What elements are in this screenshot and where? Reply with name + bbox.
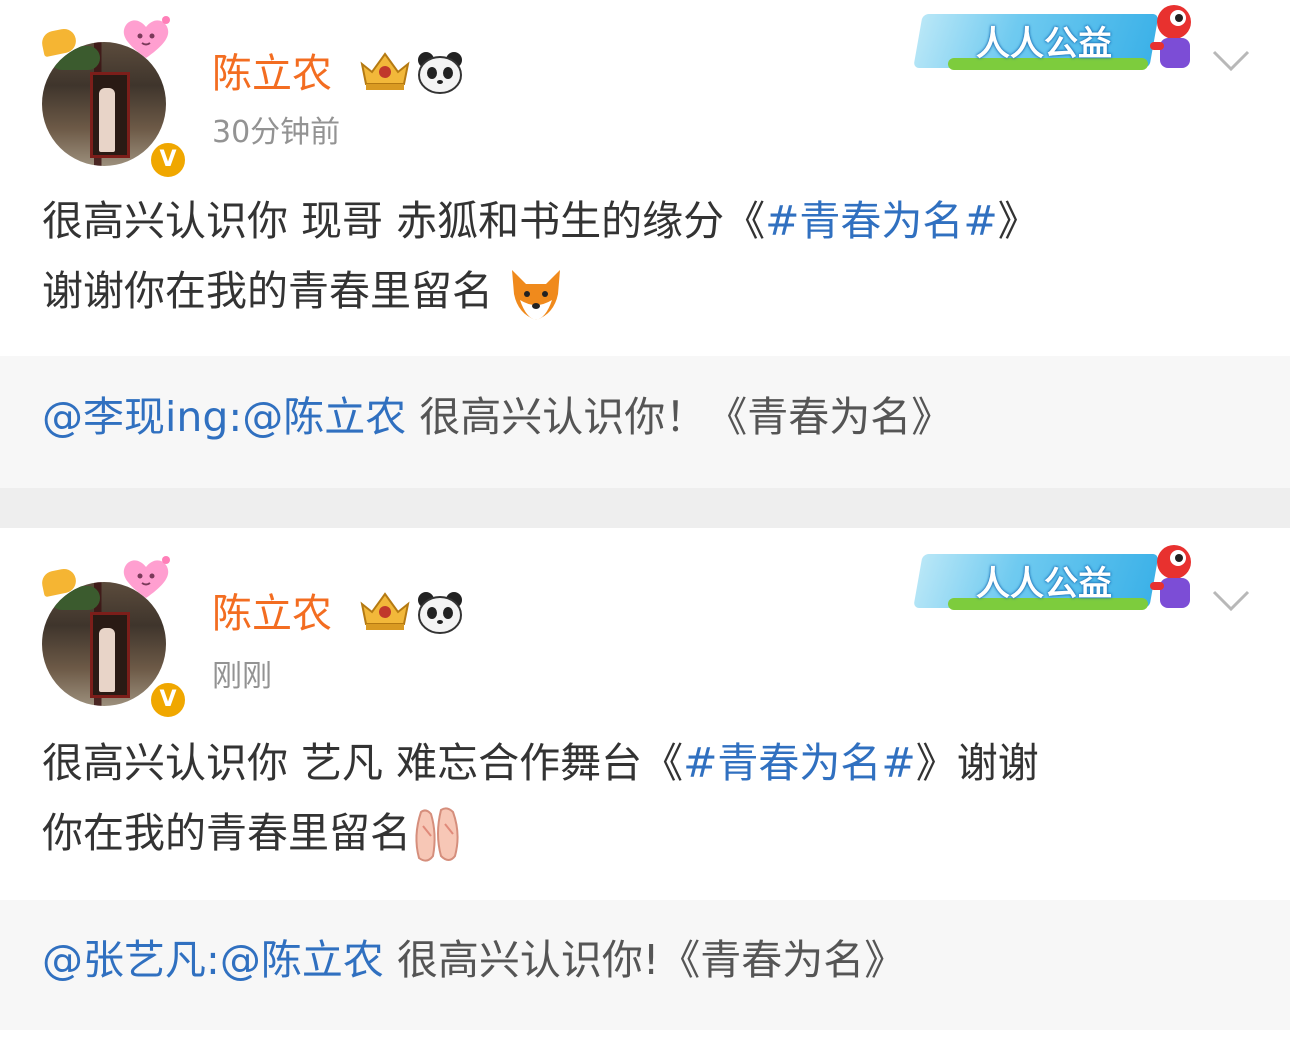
post-body: 很高兴认识你 艺凡 难忘合作舞台《#青春为名#》谢谢 你在我的青春里留名 <box>42 728 1252 868</box>
avatar[interactable]: V <box>39 16 188 180</box>
charity-badge[interactable]: 人人公益 <box>913 2 1202 76</box>
panda-icon <box>418 592 462 634</box>
mascot-icon <box>1150 545 1191 608</box>
weibo-post-2: V 陈立农 刚刚 人人公益 很高兴认识你 艺凡 难忘合作舞台《#青春为名#》谢谢… <box>0 528 1290 1038</box>
ballet-shoes-icon <box>415 807 459 862</box>
username[interactable]: 陈立农 <box>212 54 332 94</box>
avatar-frame-heart-icon <box>123 556 170 598</box>
post-divider <box>0 488 1290 528</box>
weibo-post-1: V 陈立农 30分钟前 人人公益 很高兴认识你 现哥 赤狐和书生的缘分《#青春为… <box>0 0 1290 488</box>
post-timestamp: 30分钟前 <box>212 115 341 150</box>
post-body-text: 你在我的青春里留名 <box>42 809 411 857</box>
username[interactable]: 陈立农 <box>212 594 332 634</box>
fox-emoji-icon <box>512 270 561 320</box>
chevron-down-icon[interactable] <box>1210 588 1252 614</box>
mascot-icon <box>1150 5 1191 68</box>
post-body-text: 》 <box>997 197 1039 245</box>
repost-mention[interactable]: @李现ing:@陈立农 <box>42 393 406 441</box>
avatar[interactable]: V <box>39 556 188 720</box>
post-body-text: 谢谢你在我的青春里留名 <box>42 267 493 315</box>
repost-box[interactable]: @李现ing:@陈立农 很高兴认识你！《青春为名》 <box>0 356 1290 488</box>
post-body-text: 很高兴认识你 现哥 赤狐和书生的缘分《 <box>42 197 766 245</box>
post-timestamp: 刚刚 <box>212 659 272 694</box>
repost-text: 很高兴认识你!《青春为名》 <box>383 936 906 984</box>
charity-badge-label: 人人公益 <box>976 564 1112 604</box>
topic-link[interactable]: #青春为名# <box>765 197 998 245</box>
post-body: 很高兴认识你 现哥 赤狐和书生的缘分《#青春为名#》 谢谢你在我的青春里留名 <box>42 186 1252 326</box>
post-body-text: 很高兴认识你 艺凡 难忘合作舞台《 <box>42 739 684 787</box>
verified-badge-icon: V <box>148 680 188 720</box>
crown-member-icon <box>360 52 410 90</box>
topic-link[interactable]: #青春为名# <box>683 739 916 787</box>
repost-text: 很高兴认识你！《青春为名》 <box>406 393 953 441</box>
crown-member-icon <box>360 592 410 630</box>
avatar-frame-heart-icon <box>123 16 170 58</box>
repost-mention[interactable]: @张艺凡:@陈立农 <box>42 936 384 984</box>
chevron-down-icon[interactable] <box>1210 48 1252 74</box>
charity-badge[interactable]: 人人公益 <box>913 542 1202 616</box>
repost-box[interactable]: @张艺凡:@陈立农 很高兴认识你!《青春为名》 <box>0 900 1290 1030</box>
verified-badge-icon: V <box>148 140 188 180</box>
panda-icon <box>418 52 462 94</box>
post-body-text: 》谢谢 <box>915 739 1039 787</box>
charity-badge-label: 人人公益 <box>976 24 1112 64</box>
